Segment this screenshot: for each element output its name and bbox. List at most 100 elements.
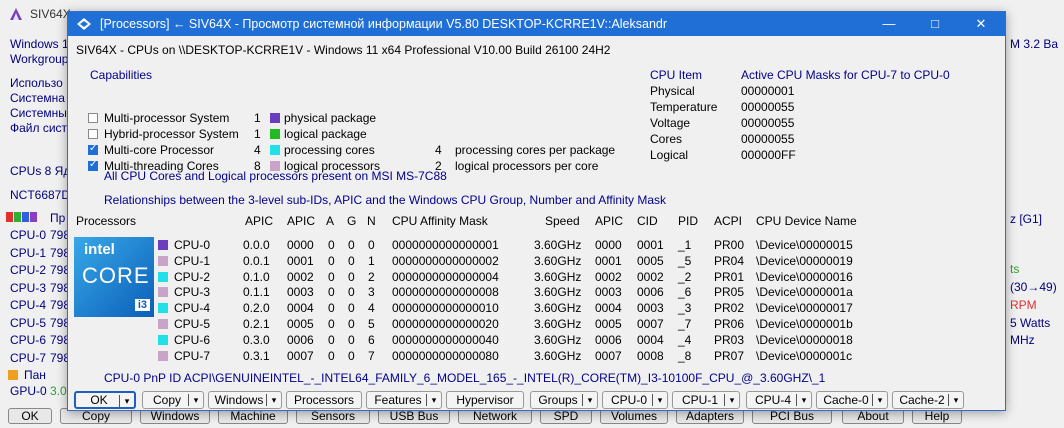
dropdown-arrow-icon[interactable]: ▾ [872,392,885,408]
dropdown-arrow-icon[interactable]: ▾ [796,392,809,408]
dropdown-arrow-icon[interactable]: ▾ [426,392,439,408]
cpu-cid-cell: 0002 [637,269,664,284]
column-header: G [347,214,357,228]
close-button[interactable]: ✕ [958,12,1004,36]
dropdown-arrow-icon[interactable]: ▾ [948,392,961,408]
cpu-n-cell: 3 [368,285,375,300]
cpu-color-swatch [158,319,168,329]
ok-button[interactable]: OK ▾ [74,391,136,409]
capability-description: physical package [284,111,377,125]
bg-left-line: Workgroup [10,52,69,66]
processors-button[interactable]: Processors [286,391,362,409]
cpu-apic2-cell: 0000 [287,238,314,252]
hypervisor-button[interactable]: Hypervisor [446,391,524,409]
cpu-apic1-cell: 0.2.0 [243,301,270,316]
dropdown-arrow-icon[interactable]: ▾ [119,393,132,409]
cpu-device-cell: \Device\00000017 [756,301,853,316]
cpu-mask-cell: 0000000000000080 [392,348,499,363]
cpu-n-cell: 7 [368,348,375,363]
dropdown-arrow-icon[interactable]: ▾ [266,392,279,408]
cpu-color-swatch [158,303,168,314]
column-header: APIC [245,214,274,228]
relationships-text: Relationships between the 3-level sub-ID… [104,193,667,207]
cpu-device-cell: \Device\00000015 [756,238,853,252]
cpu-apic2-cell: 0004 [287,301,314,316]
groups-button[interactable]: Groups ▾ [530,391,598,409]
cpu-n-cell: 5 [368,317,375,331]
cpu-mask-cell: 0000000000000001 [392,238,499,252]
cpu-a-cell: 0 [328,332,335,347]
features-button[interactable]: Features ▾ [366,391,442,409]
capability-description: processing cores [284,143,375,157]
bg-cpu-name: CPU-0 [10,228,47,242]
cpu-0-button[interactable]: CPU-0 ▾ [602,391,668,409]
cpu-4-button[interactable]: CPU-4 ▾ [746,391,812,409]
cpu-a-cell: 0 [328,348,335,363]
cpu-apic3-cell: 0001 [595,253,622,268]
cpu-item-header-value: Active CPU Masks for CPU-7 to CPU-0 [741,68,950,82]
core-text: CORE [82,263,150,288]
cpu-mask-cell: 0000000000000008 [392,285,499,300]
cpu-apic1-cell: 0.3.1 [243,348,270,363]
cpu-item-label: Logical [650,148,689,162]
dropdown-arrow-icon[interactable]: ▾ [652,392,665,408]
cpu-pid-cell: _8 [678,348,692,363]
cpu-color-swatch [158,255,168,266]
capability-checkbox[interactable] [88,113,98,123]
bg-right-line: z [G1] [1010,212,1043,226]
cpu-speed-cell: 3.60GHz [534,348,582,363]
dialog-titlebar[interactable]: [Processors] ← SIV64X - Просмотр системн… [68,12,1005,36]
dropdown-arrow-icon[interactable]: ▾ [724,392,737,408]
cpu-a-cell: 0 [328,238,335,252]
capability-checkbox[interactable] [88,129,98,139]
cpu-acpi-cell: PR06 [714,317,745,331]
bg-left-line: Использо [10,76,63,90]
cpu-name: CPU-5 [174,317,211,331]
bg-cpu-name: CPU-7 [10,350,47,365]
bg-pan-swatch [8,370,18,380]
cpu-apic3-cell: 0006 [595,332,622,347]
minimize-button[interactable]: — [866,12,912,36]
maximize-button[interactable]: □ [912,12,958,36]
cpu-name: CPU-4 [174,301,211,316]
bg-ok-button[interactable]: OK [8,408,52,424]
capability-color-swatch [270,113,280,123]
cpu-device-cell: \Device\0000001c [756,348,853,363]
intel-brand-text: intel [84,241,115,258]
bg-color-swatch [30,212,37,222]
button-label: Processors [293,393,355,407]
cpu-g-cell: 0 [348,332,355,347]
bg-cpu-name: CPU-4 [10,298,47,312]
capability-per-count: 4 [435,143,442,157]
dropdown-arrow-icon[interactable]: ▾ [582,392,595,408]
dropdown-arrow-icon[interactable]: ▾ [188,392,201,408]
column-header: CID [637,214,658,228]
column-header: PID [678,214,699,228]
cpu-name: CPU-7 [174,348,211,363]
cpu-apic2-cell: 0007 [287,348,314,363]
cpu-apic2-cell: 0005 [287,317,314,331]
model-badge: i3 [134,299,150,311]
bg-right-line: M 3.2 Ba [1010,37,1059,51]
copy-button[interactable]: Copy ▾ [142,391,204,409]
column-header: A [326,214,335,228]
button-label: CPU-1 [681,393,718,407]
column-header: ACPI [714,214,743,228]
capability-checkbox[interactable] [88,143,98,155]
capability-count: 1 [254,127,261,141]
cpu-1-button[interactable]: CPU-1 ▾ [672,391,740,409]
cpu-cid-cell: 0004 [637,332,664,347]
cache-0-button[interactable]: Cache-0 ▾ [816,391,888,409]
capability-checkbox[interactable] [88,159,98,171]
capability-label: Multi-processor System [104,111,230,125]
cpu-acpi-cell: PR04 [714,253,745,268]
button-label: Features [374,393,422,407]
bg-gpu-name: GPU-0 [10,384,47,398]
cpu-cid-cell: 0006 [637,285,664,300]
button-label: Cache-0 [823,393,869,407]
cpu-mask-cell: 0000000000000010 [392,301,499,316]
windows-button[interactable]: Windows ▾ [208,391,282,409]
siv-app-icon [10,8,22,20]
cache-2-button[interactable]: Cache-2 ▾ [892,391,964,409]
cpu-apic1-cell: 0.0.0 [243,238,270,252]
